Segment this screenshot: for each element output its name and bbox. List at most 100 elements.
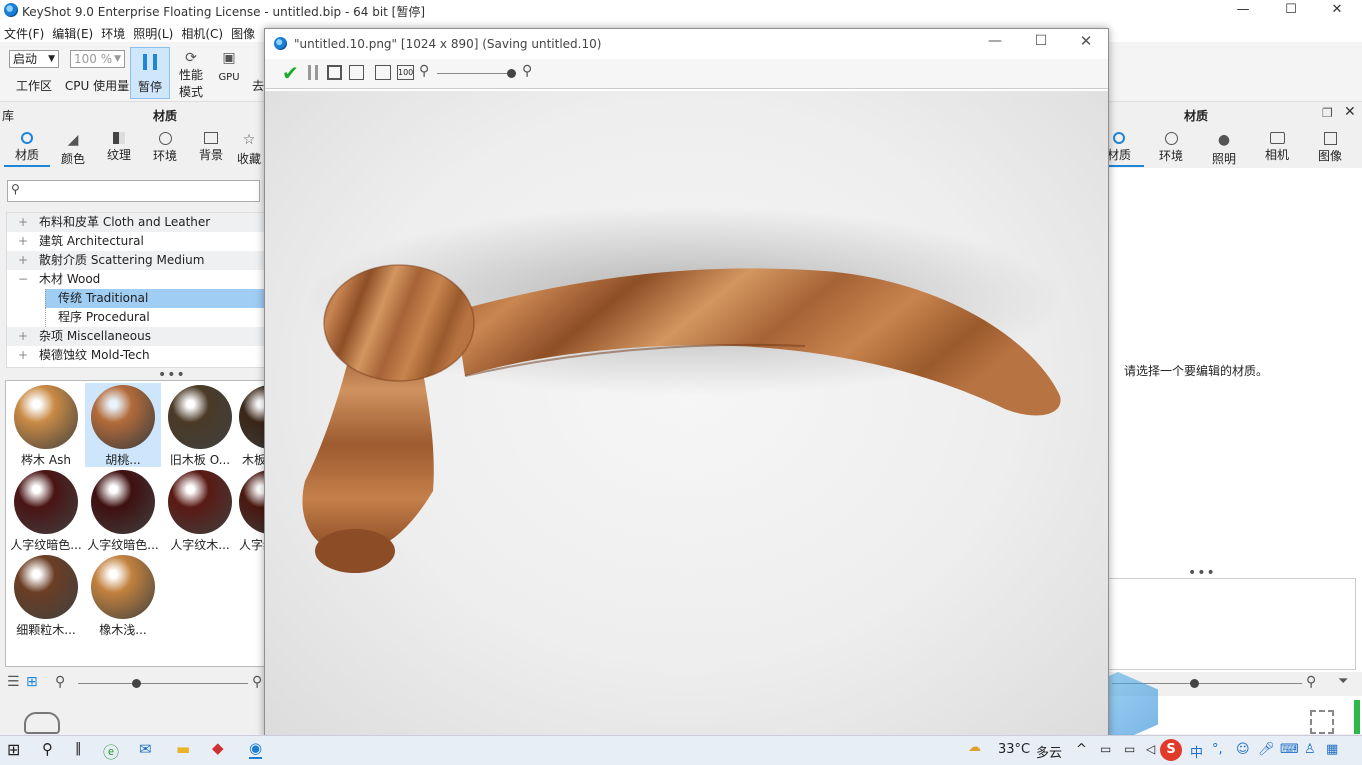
tab-textures-label: 纹理: [106, 148, 131, 162]
tree-item-traditional[interactable]: 传统 Traditional: [45, 289, 264, 308]
list-view-icon[interactable]: ☰: [7, 674, 20, 690]
emoji-icon[interactable]: ☺: [1236, 742, 1250, 757]
display-icon[interactable]: ▭: [1124, 742, 1135, 756]
tree-item-wood[interactable]: − 木材 Wood: [7, 270, 264, 289]
thumbnail-size-slider[interactable]: [78, 683, 248, 684]
tray-expand-icon[interactable]: ^: [1076, 742, 1087, 757]
tree-item-architectural[interactable]: + 建筑 Architectural: [7, 232, 264, 251]
filter-icon[interactable]: ⏷: [1338, 674, 1348, 689]
weather-condition[interactable]: 多云: [1036, 742, 1062, 761]
splitter-handle[interactable]: •••: [1188, 566, 1216, 580]
actual-size-icon[interactable]: 100: [397, 65, 414, 80]
material-thumbnail[interactable]: 旧木板 O...: [162, 383, 238, 467]
performance-mode-button[interactable]: ⟳ 性能 模式: [176, 50, 206, 100]
slider-thumb[interactable]: [132, 679, 141, 688]
material-thumbnail[interactable]: 梣木 Ash: [8, 383, 84, 467]
zoom-in-icon[interactable]: ⚲: [1306, 674, 1316, 690]
tree-expand-icon[interactable]: +: [7, 346, 39, 365]
menu-edit[interactable]: 编辑(E): [48, 22, 97, 42]
tree-item-moldtech[interactable]: + 模德蚀纹 Mold-Tech: [7, 346, 264, 365]
library-search-input[interactable]: ⚲: [7, 180, 260, 202]
tab-project-environment[interactable]: 环境: [1144, 128, 1198, 167]
material-thumbnail[interactable]: 人字纹木...: [162, 468, 238, 552]
start-icon[interactable]: ⊞: [7, 740, 20, 759]
zoom-out-icon[interactable]: ⚲: [55, 674, 65, 690]
task-view-icon[interactable]: ‖: [75, 741, 82, 756]
slider-thumb[interactable]: [1190, 679, 1199, 688]
pause-button[interactable]: 暂停: [130, 47, 170, 99]
render-maximize-button[interactable]: ☐: [1023, 33, 1059, 49]
render-close-button[interactable]: ✕: [1068, 32, 1104, 50]
skin-icon[interactable]: ♙: [1304, 742, 1316, 757]
volume-icon[interactable]: ◁: [1146, 742, 1155, 756]
close-button[interactable]: ✕: [1314, 0, 1360, 22]
menu-image[interactable]: 图像: [227, 22, 259, 42]
tree-item-cloth[interactable]: + 布料和皮革 Cloth and Leather: [7, 213, 264, 232]
tab-materials[interactable]: 材质: [4, 128, 50, 167]
tree-expand-icon[interactable]: +: [7, 213, 39, 232]
cpu-select[interactable]: 100 % ▼: [70, 50, 125, 68]
fit-window-icon[interactable]: [375, 65, 391, 80]
tab-colors[interactable]: ◢ 颜色: [50, 128, 96, 167]
material-thumbnail[interactable]: 橡木浅...: [85, 553, 161, 637]
tree-item-misc[interactable]: + 杂项 Miscellaneous: [7, 327, 264, 346]
tab-project-image[interactable]: 图像: [1304, 128, 1356, 167]
tab-project-lighting[interactable]: ● 照明: [1198, 128, 1250, 167]
material-thumbnail[interactable]: 细颗粒木...: [8, 553, 84, 637]
ime-logo-icon[interactable]: S: [1160, 739, 1182, 761]
sphere-icon: [21, 132, 33, 144]
render-canvas[interactable]: [265, 91, 1108, 737]
menu-camera[interactable]: 相机(C): [177, 22, 227, 42]
tree-expand-icon[interactable]: +: [7, 327, 39, 346]
tab-project-camera[interactable]: 相机: [1250, 128, 1304, 167]
crop-icon[interactable]: [349, 65, 364, 80]
check-icon[interactable]: ✔: [282, 61, 299, 85]
material-thumbnail[interactable]: 胡桃...: [85, 383, 161, 467]
tree-item-procedural[interactable]: 程序 Procedural: [45, 308, 264, 327]
network-icon[interactable]: ▭: [1100, 742, 1111, 756]
gpu-button[interactable]: ▣ GPU: [216, 50, 242, 83]
tree-expand-icon[interactable]: +: [7, 251, 39, 270]
render-zoom-slider[interactable]: [437, 73, 515, 74]
restore-panel-icon[interactable]: ❐: [1322, 106, 1333, 120]
region-select-icon[interactable]: [1310, 710, 1334, 734]
tree-collapse-icon[interactable]: −: [7, 270, 39, 289]
maximize-button[interactable]: ☐: [1268, 0, 1314, 22]
browser-icon[interactable]: ⓔ: [103, 739, 119, 763]
toolbox-icon[interactable]: ▦: [1326, 742, 1338, 757]
ime-punctuation-icon[interactable]: °,: [1212, 742, 1223, 757]
tab-backgrounds[interactable]: 背景: [188, 128, 234, 167]
tab-textures[interactable]: 纹理: [96, 128, 142, 167]
slider-thumb[interactable]: [507, 69, 516, 78]
splitter-handle[interactable]: •••: [158, 368, 186, 382]
zoom-in-icon[interactable]: ⚲: [522, 63, 532, 79]
tab-environments[interactable]: 环境: [142, 128, 188, 167]
render-minimize-button[interactable]: —: [977, 33, 1013, 49]
tab-favorites[interactable]: ☆ 收藏: [234, 128, 264, 167]
zoom-out-icon[interactable]: ⚲: [419, 63, 429, 79]
menu-file[interactable]: 文件(F): [0, 22, 48, 42]
material-thumbnail[interactable]: 人字纹暗色...: [85, 468, 161, 552]
tree-expand-icon[interactable]: +: [7, 232, 39, 251]
save-icon[interactable]: [327, 65, 342, 80]
close-panel-icon[interactable]: ✕: [1344, 104, 1356, 120]
tree-item-scattering[interactable]: + 散射介质 Scattering Medium: [7, 251, 264, 270]
minimize-button[interactable]: —: [1220, 0, 1266, 22]
grid-view-icon[interactable]: ⊞: [26, 674, 38, 690]
menu-environment[interactable]: 环境: [97, 22, 129, 42]
microphone-icon[interactable]: 🎤︎: [1258, 742, 1275, 757]
material-thumbnail[interactable]: 人字纹暗色...: [8, 468, 84, 552]
menu-lighting[interactable]: 照明(L): [129, 22, 177, 42]
cloud-library-icon[interactable]: [24, 712, 60, 734]
workspace-select[interactable]: 启动 ▼: [9, 50, 59, 68]
search-icon[interactable]: ⚲: [42, 740, 53, 758]
ime-language[interactable]: 中: [1190, 742, 1203, 761]
pause-icon[interactable]: [308, 65, 318, 80]
mail-icon[interactable]: ✉: [139, 740, 152, 758]
zoom-in-icon[interactable]: ⚲: [252, 674, 262, 690]
weather-temperature[interactable]: 33°C: [998, 742, 1030, 757]
app-icon[interactable]: ◆: [212, 739, 224, 757]
keyshot-taskbar-icon[interactable]: ◉: [249, 739, 263, 759]
folder-icon[interactable]: ▬: [176, 740, 190, 758]
keyboard-icon[interactable]: ⌨: [1280, 742, 1299, 757]
